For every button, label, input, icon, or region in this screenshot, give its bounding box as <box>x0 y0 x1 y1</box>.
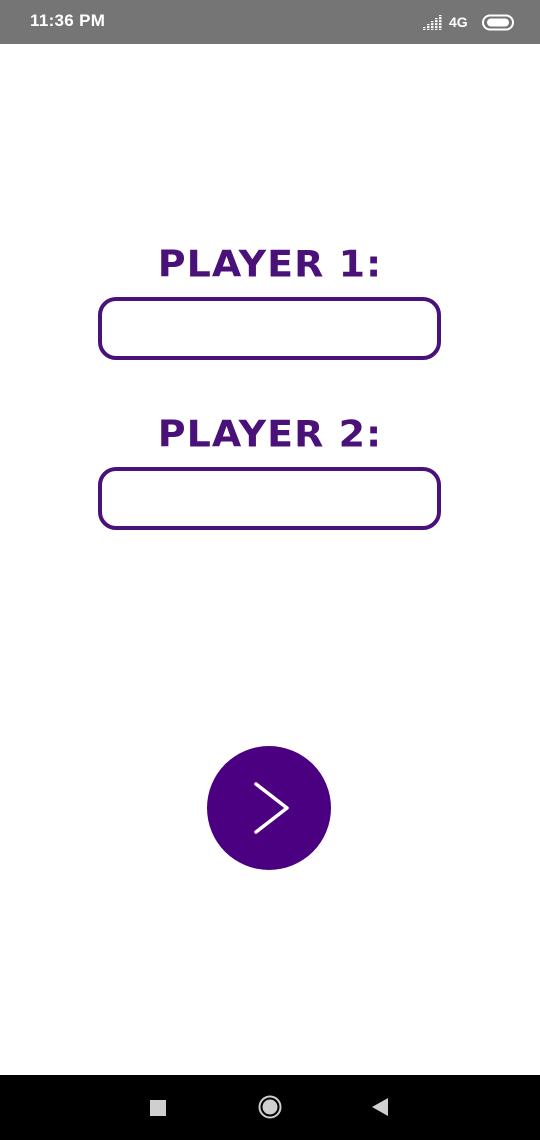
player-setup-screen: PLAYER 1: PLAYER 2: <box>0 44 540 1075</box>
next-button[interactable] <box>207 746 331 870</box>
chevron-right-icon <box>254 782 289 834</box>
navigation-bar <box>0 1075 540 1140</box>
back-button[interactable] <box>350 1075 410 1140</box>
player1-name-input[interactable] <box>98 297 441 360</box>
player2-name-input[interactable] <box>98 467 441 530</box>
status-time: 11:36 PM <box>30 11 106 30</box>
player2-label: PLAYER 2: <box>157 413 383 455</box>
player1-label: PLAYER 1: <box>157 243 383 285</box>
recents-button[interactable] <box>128 1075 188 1140</box>
square-recents-icon <box>150 1100 166 1116</box>
battery-icon <box>482 14 516 31</box>
triangle-back-icon <box>372 1098 388 1116</box>
status-bar: 11:36 PM 4G <box>0 0 540 44</box>
network-type: 4G <box>449 14 468 30</box>
signal-bars-icon <box>423 15 445 31</box>
circle-home-icon <box>258 1095 282 1119</box>
home-button[interactable] <box>240 1075 300 1140</box>
